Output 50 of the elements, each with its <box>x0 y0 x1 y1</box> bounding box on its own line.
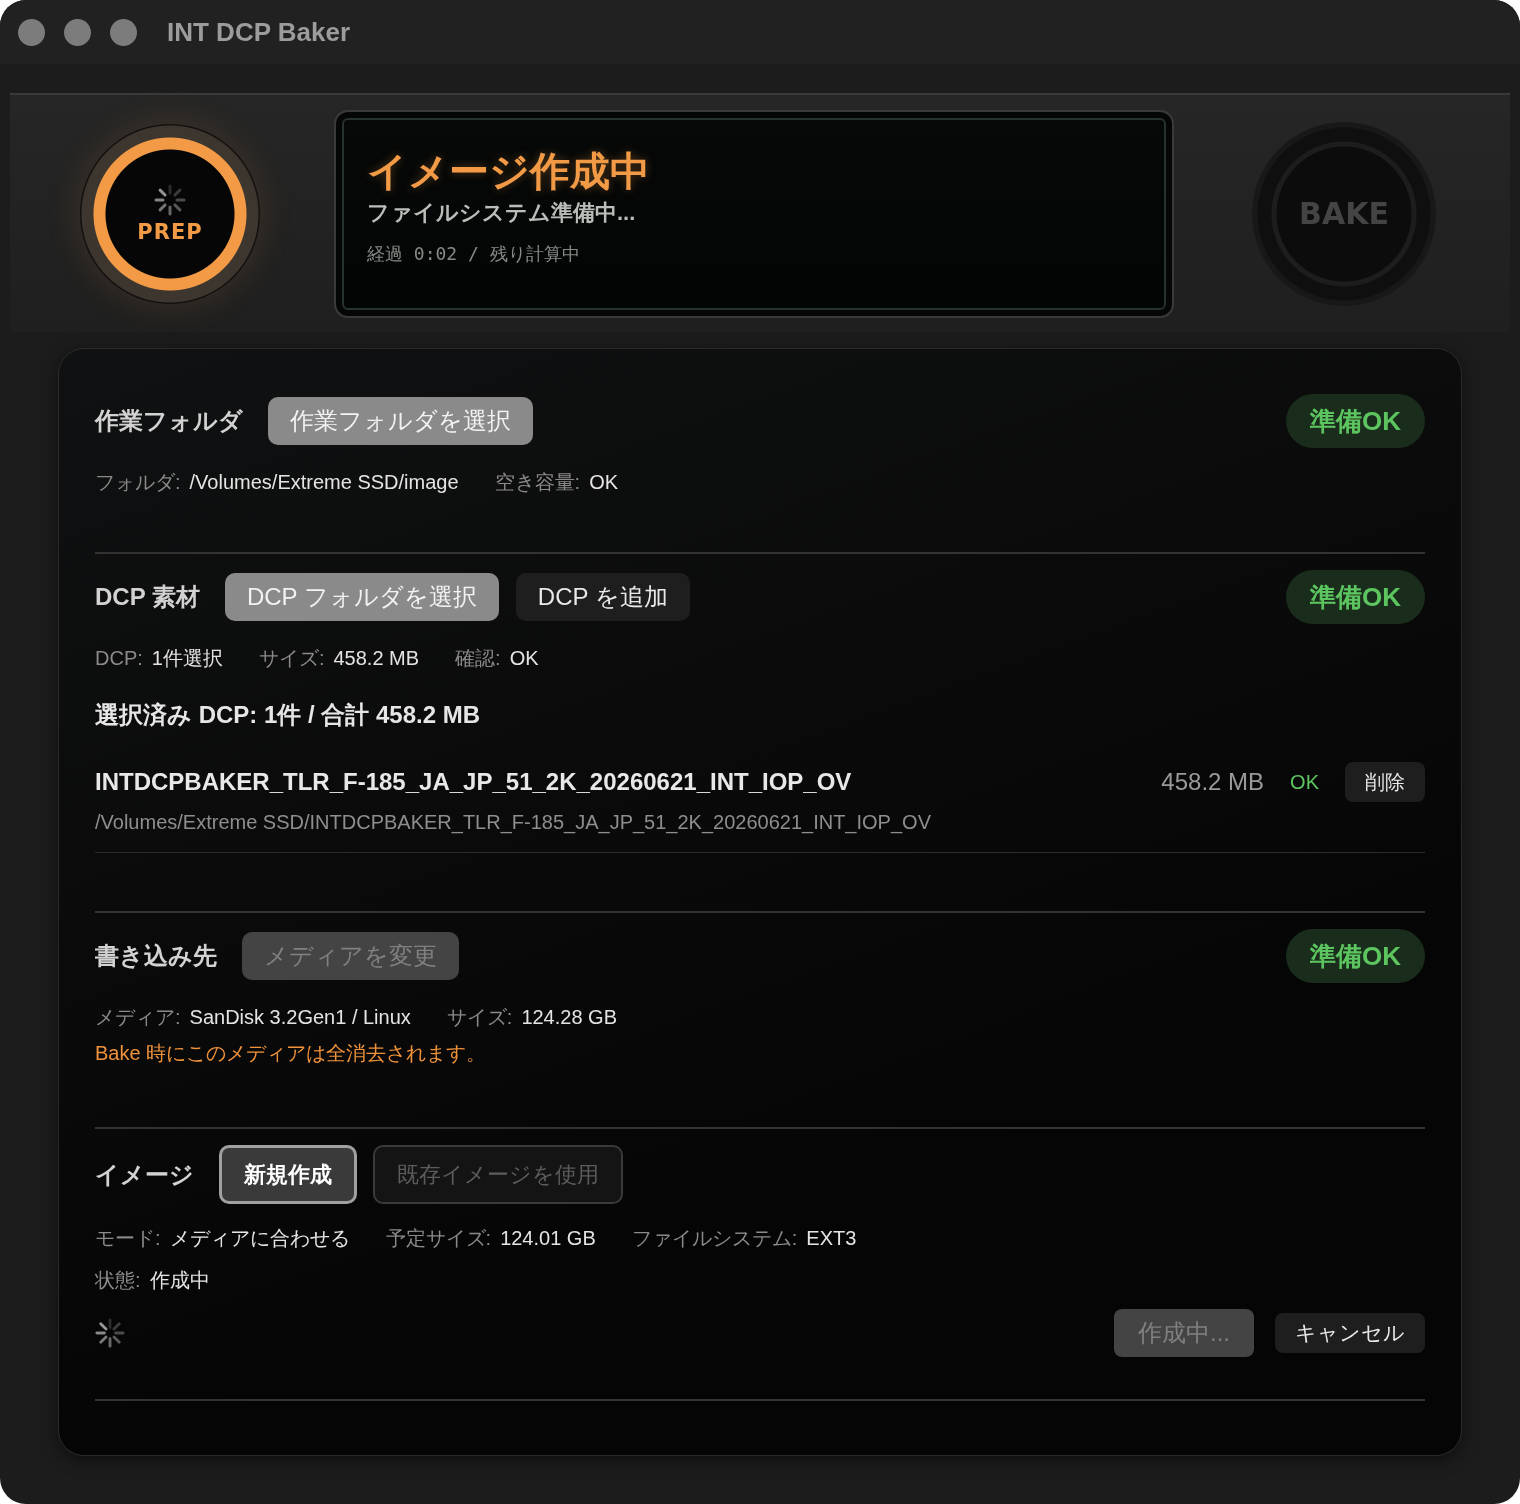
info-label: 空き容量: <box>494 470 581 494</box>
info-label: ファイルシステム: <box>631 1226 798 1250</box>
select-button[interactable]: DCP フォルダを選択 <box>224 573 499 621</box>
section-label: イメージ <box>95 1159 194 1190</box>
remove-button[interactable]: 削除 <box>1345 762 1425 802</box>
info-label: DCP: <box>95 646 143 670</box>
section-label: 作業フォルダ <box>95 406 243 436</box>
section-label: DCP 素材 <box>95 582 200 612</box>
select-button[interactable]: DCP を追加 <box>515 573 690 621</box>
summary-text: 選択済み DCP: 1件 / 合計 458.2 MB <box>95 700 482 730</box>
info-value: /Volumes/Extreme SSD/image <box>189 470 459 494</box>
file-size: 458.2 MB <box>1161 768 1265 796</box>
info-value: SanDisk 3.2Gen1 / Linux <box>189 1005 411 1029</box>
check-status: OK <box>1290 770 1319 794</box>
info-label: 予定サイズ: <box>385 1226 492 1250</box>
status-badge: 準備OK <box>1286 570 1425 624</box>
dcp-name: INTDCPBAKER_TLR_F-185_JA_JP_51_2K_20260621_INT_IOP_OV <box>95 768 852 796</box>
warning-text: Bake 時にこのメディアは全消去されます。 <box>95 1041 488 1065</box>
prep-button[interactable]: PREP <box>80 123 260 304</box>
mode-toggle[interactable]: 新規作成 <box>219 1145 357 1204</box>
status-subtitle: ファイルシステム準備中... <box>367 198 637 227</box>
status-badge: 準備OK <box>1286 394 1425 448</box>
zoom-button[interactable] <box>110 18 137 46</box>
info-label: メディア: <box>95 1005 181 1029</box>
info-value: 124.28 GB <box>521 1005 617 1029</box>
info-value: メディアに合わせる <box>169 1226 350 1250</box>
section-label: 書き込み先 <box>95 941 217 971</box>
select-button[interactable]: 作業フォルダを選択 <box>268 397 533 445</box>
mode-toggle[interactable]: 既存イメージを使用 <box>373 1145 623 1204</box>
info-value: EXT3 <box>806 1226 857 1250</box>
info-label: 確認: <box>455 646 501 670</box>
status-title: イメージ作成中 <box>367 147 651 194</box>
status-badge: 準備OK <box>1286 929 1425 983</box>
close-button[interactable] <box>18 18 45 46</box>
info-value: 458.2 MB <box>333 646 420 670</box>
info-label: サイズ: <box>258 646 325 670</box>
window-title: INT DCP Baker <box>167 16 351 48</box>
info-label: モード: <box>95 1226 161 1250</box>
minimize-button[interactable] <box>64 18 91 46</box>
info-value: 124.01 GB <box>500 1226 596 1250</box>
dcp-path: /Volumes/Extreme SSD/INTDCPBAKER_TLR_F-185_JA_JP_51_2K_20260621_INT_IOP_OV <box>95 810 932 834</box>
info-label: 状態: <box>95 1268 141 1292</box>
info-value: OK <box>509 646 539 670</box>
info-value: 作成中 <box>149 1268 210 1292</box>
info-value: OK <box>589 470 619 494</box>
elapsed-time: 経過 0:02 / 残り計算中 <box>367 241 581 266</box>
info-value: 1件選択 <box>151 646 223 670</box>
info-label: フォルダ: <box>95 470 181 494</box>
cancel-button[interactable]: キャンセル <box>1275 1313 1425 1353</box>
info-label: サイズ: <box>446 1005 513 1029</box>
